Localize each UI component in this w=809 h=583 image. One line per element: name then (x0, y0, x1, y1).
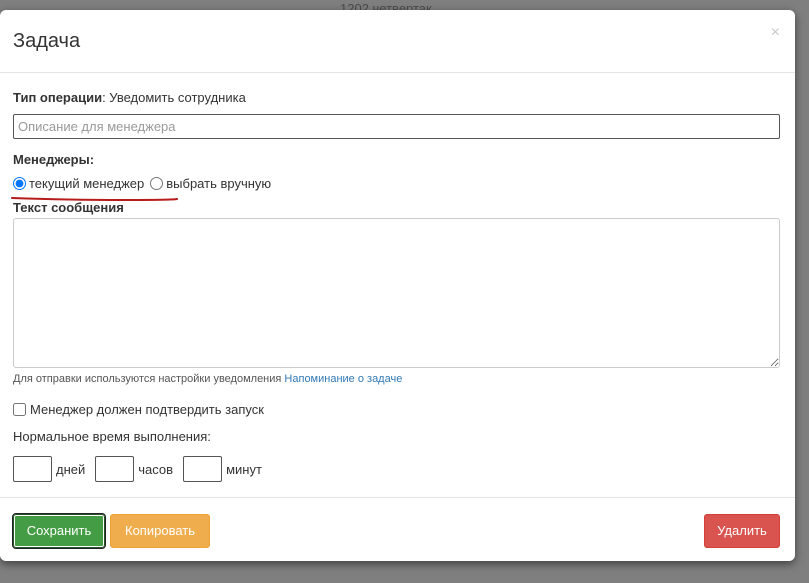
days-unit: дней (56, 461, 86, 477)
modal-footer: Сохранить Копировать Удалить (0, 497, 795, 561)
normal-time-fields: дней часов минут (13, 456, 272, 482)
hint-text: Для отправки используются настройки увед… (13, 372, 402, 386)
operation-type: Тип операции: Уведомить сотрудника (13, 90, 246, 106)
confirm-checkbox-label: Менеджер должен подтвердить запуск (30, 402, 264, 417)
radio-choose-manually-label: выбрать вручную (166, 175, 272, 191)
minutes-input[interactable] (183, 456, 223, 482)
minutes-unit: минут (226, 461, 262, 477)
hours-unit: часов (138, 461, 174, 477)
save-button[interactable]: Сохранить (12, 513, 106, 549)
operation-type-value: : Уведомить сотрудника (102, 90, 246, 105)
message-textarea[interactable] (13, 218, 780, 368)
managers-label: Менеджеры: (13, 152, 95, 167)
modal-title: Задача (13, 30, 81, 52)
copy-button[interactable]: Копировать (110, 514, 210, 548)
normal-time-label: Нормальное время выполнения: (13, 429, 211, 444)
description-input[interactable] (13, 114, 780, 139)
radio-current-manager-input[interactable] (13, 176, 26, 190)
hours-input[interactable] (95, 456, 135, 482)
radio-choose-manually[interactable]: выбрать вручную (150, 176, 271, 191)
delete-button[interactable]: Удалить (704, 514, 780, 548)
managers-radio-group: текущий менеджер выбрать вручную (13, 173, 277, 193)
days-input[interactable] (13, 456, 52, 482)
close-icon[interactable]: × (771, 24, 780, 42)
radio-current-manager-label: текущий менеджер (29, 175, 145, 191)
task-modal: Задача × Тип операции: Уведомить сотрудн… (0, 10, 795, 561)
hint-link[interactable]: Напоминание о задаче (284, 373, 402, 385)
operation-type-label: Тип операции (13, 90, 103, 105)
hint-text-body: Для отправки используются настройки увед… (13, 373, 285, 385)
radio-current-manager[interactable]: текущий менеджер (13, 176, 144, 191)
confirm-checkbox-row[interactable]: Менеджер должен подтвердить запуск (13, 402, 264, 417)
message-label: Текст сообщения (13, 200, 124, 215)
modal-header: Задача × (0, 10, 795, 73)
confirm-checkbox[interactable] (13, 403, 26, 416)
radio-choose-manually-input[interactable] (150, 176, 164, 190)
